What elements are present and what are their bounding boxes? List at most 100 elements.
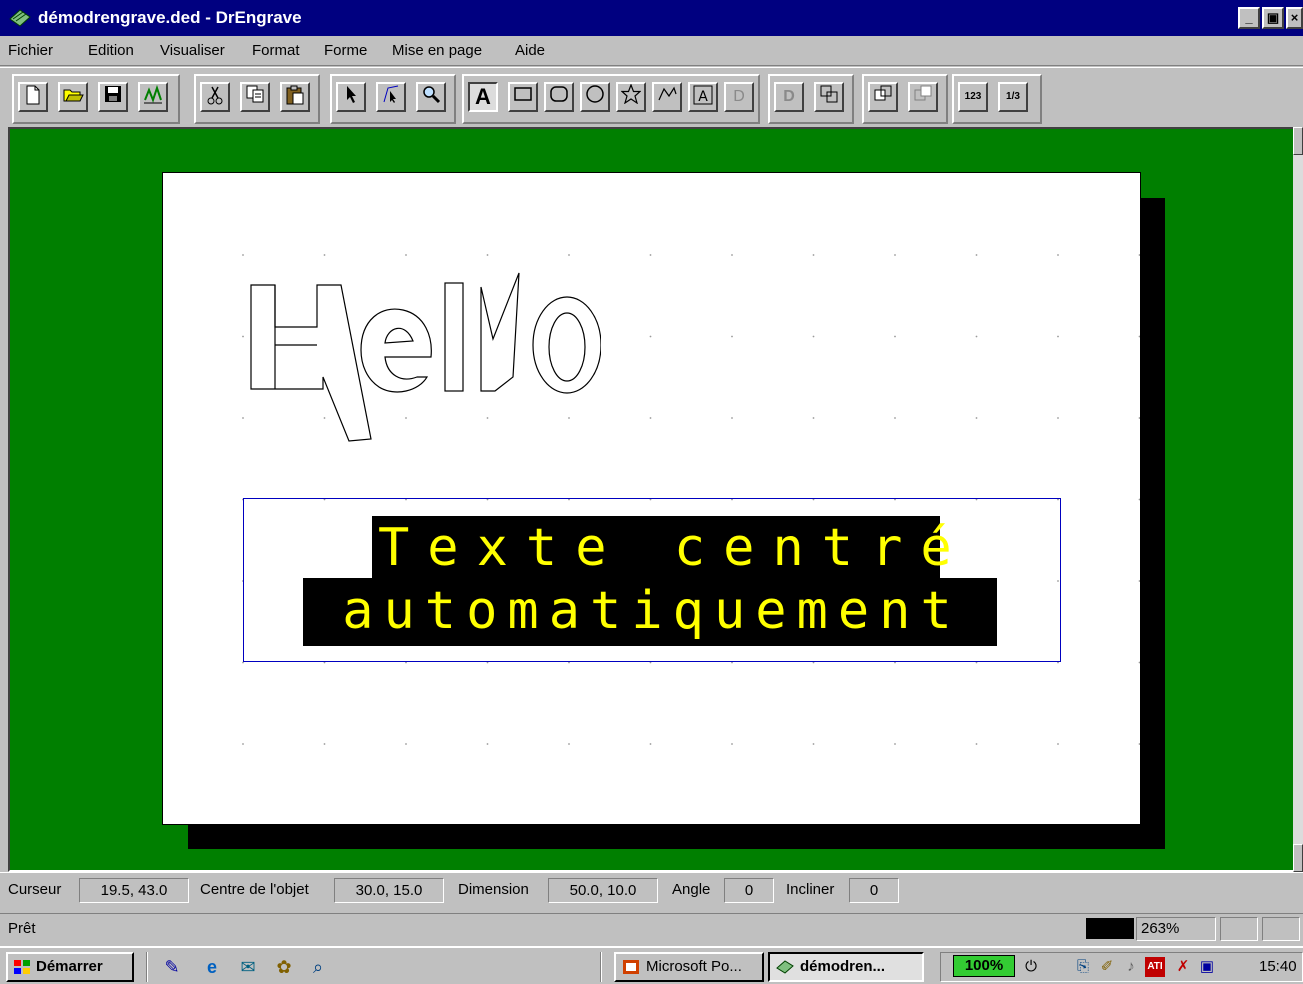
engrave-page[interactable]: Texte centré automatiquement	[162, 172, 1141, 825]
close-button[interactable]: ×	[1286, 7, 1303, 29]
node-edit-icon[interactable]	[376, 82, 406, 112]
magnifier-icon[interactable]	[416, 82, 446, 112]
cursor-value: 19.5, 43.0	[79, 878, 189, 903]
scroll-up-arrow[interactable]	[1293, 127, 1303, 155]
menu-mise-en-page[interactable]: Mise en page	[392, 42, 482, 59]
status-pane-empty-2	[1262, 917, 1300, 941]
show-desktop-icon[interactable]: ✎	[160, 956, 184, 978]
power-plug-icon[interactable]: ⏻	[1021, 957, 1041, 977]
menu-edition[interactable]: Edition	[88, 42, 134, 59]
centered-text-line-2[interactable]: automatiquement	[303, 578, 997, 646]
rounded-rectangle-icon[interactable]	[544, 82, 574, 112]
star-icon[interactable]	[616, 82, 646, 112]
menu-aide[interactable]: Aide	[515, 42, 545, 59]
group-icon[interactable]	[814, 82, 844, 112]
zoom-pane: 263%	[1136, 917, 1216, 941]
open-folder-icon[interactable]	[58, 82, 88, 112]
paste-icon[interactable]	[280, 82, 310, 112]
app-icon	[9, 9, 31, 27]
status-text: Prêt	[8, 920, 36, 937]
polyline-icon[interactable]	[652, 82, 682, 112]
send-back-icon[interactable]	[908, 82, 938, 112]
battery-indicator[interactable]: 100%	[953, 955, 1015, 977]
volume-icon[interactable]: ♪	[1121, 957, 1141, 977]
centered-text-line-1[interactable]: Texte centré	[372, 516, 952, 580]
network-icon[interactable]: ⎘	[1073, 957, 1093, 977]
outlook-express-icon[interactable]: ✉	[236, 956, 260, 978]
rectangle-icon[interactable]	[508, 82, 538, 112]
system-tray: 100% ⏻ ⎘ ✐ ♪ ATI ✗ ▣ 15:40	[940, 952, 1303, 982]
menu-forme[interactable]: Forme	[324, 42, 367, 59]
toolbar: A A D D 123 1/3	[0, 67, 1303, 127]
search-icon[interactable]: ⌕	[306, 956, 330, 978]
disabled-d-button-1[interactable]: D	[724, 82, 754, 112]
scroll-down-arrow[interactable]	[1293, 844, 1303, 872]
taskbar-separator-2	[600, 952, 602, 982]
new-document-icon[interactable]	[18, 82, 48, 112]
import-image-icon[interactable]	[138, 82, 168, 112]
title-bar: démodrengrave.ded - DrEngrave _ ▣ ×	[0, 0, 1303, 36]
task-powerpoint[interactable]: Microsoft Po...	[614, 952, 764, 982]
skew-label: Incliner	[786, 881, 835, 898]
text-tool-button[interactable]: A	[468, 82, 498, 112]
scissors-icon[interactable]	[200, 82, 230, 112]
start-label: Démarrer	[36, 958, 103, 975]
tools-icon[interactable]: ✗	[1173, 957, 1193, 977]
taskbar-separator	[146, 952, 148, 982]
ellipse-icon[interactable]	[580, 82, 610, 112]
vertical-numbering-button[interactable]: 1/3	[998, 82, 1028, 112]
toolbar-shape-group: A A D	[462, 74, 760, 124]
menu-visualiser[interactable]: Visualiser	[160, 42, 225, 59]
vertical-scrollbar[interactable]	[1293, 127, 1303, 872]
toolbar-select-group	[330, 74, 456, 124]
numbering-button[interactable]: 123	[958, 82, 988, 112]
task-drengrave[interactable]: démodren...	[768, 952, 924, 982]
cursor-label: Curseur	[8, 881, 62, 898]
task-drengrave-label: démodren...	[800, 958, 886, 975]
skew-value: 0	[849, 878, 899, 903]
clock: 15:40	[1259, 958, 1297, 975]
disabled-d-button-2[interactable]: D	[774, 82, 804, 112]
zoom-level: 263%	[1141, 920, 1180, 937]
angle-label: Angle	[672, 881, 711, 898]
task-powerpoint-label: Microsoft Po...	[646, 958, 742, 975]
powerpoint-icon	[623, 960, 639, 974]
text-frame[interactable]: Texte centré automatiquement	[243, 498, 1061, 662]
dimension-value: 50.0, 10.0	[548, 878, 658, 903]
start-button[interactable]: Démarrer	[6, 952, 134, 982]
toolbar-align-group: D	[768, 74, 854, 124]
save-disk-icon[interactable]	[98, 82, 128, 112]
menu-format[interactable]: Format	[252, 42, 300, 59]
maximize-button[interactable]: ▣	[1262, 7, 1284, 29]
toolbar-arrange-group	[862, 74, 948, 124]
drengrave-icon	[776, 960, 794, 974]
channels-icon[interactable]: ✿	[272, 956, 296, 978]
copy-icon[interactable]	[240, 82, 270, 112]
bring-front-icon[interactable]	[868, 82, 898, 112]
ati-icon[interactable]: ATI	[1145, 957, 1165, 977]
center-label: Centre de l'objet	[200, 881, 309, 898]
dimension-label: Dimension	[458, 881, 529, 898]
info-fields-bar: Curseur 19.5, 43.0 Centre de l'objet 30.…	[0, 872, 1303, 906]
status-bar: Prêt 263%	[0, 913, 1303, 943]
toolbar-numbering-group: 123 1/3	[952, 74, 1042, 124]
frame-text-icon[interactable]: A	[688, 82, 718, 112]
pen-icon[interactable]: ✐	[1097, 957, 1117, 977]
internet-explorer-icon[interactable]: e	[200, 956, 224, 978]
arrow-pointer-icon[interactable]	[336, 82, 366, 112]
taskbar: Démarrer ✎ e ✉ ✿ ⌕ Microsoft Po... démod…	[0, 946, 1303, 984]
minimize-button[interactable]: _	[1238, 7, 1260, 29]
center-value: 30.0, 15.0	[334, 878, 444, 903]
svg-text:A: A	[698, 89, 708, 105]
monitor-icon[interactable]: ▣	[1197, 957, 1217, 977]
status-pane-empty-1	[1220, 917, 1258, 941]
current-color-swatch	[1086, 918, 1134, 939]
angle-value: 0	[724, 878, 774, 903]
menu-fichier[interactable]: Fichier	[8, 42, 53, 59]
windows-logo-icon	[14, 960, 30, 974]
toolbar-edit-group	[194, 74, 320, 124]
window-title: démodrengrave.ded - DrEngrave	[38, 8, 302, 27]
toolbar-file-group	[12, 74, 180, 124]
menu-bar: Fichier Edition Visualiser Format Forme …	[0, 36, 1303, 66]
hello-outline-text[interactable]	[241, 265, 601, 445]
